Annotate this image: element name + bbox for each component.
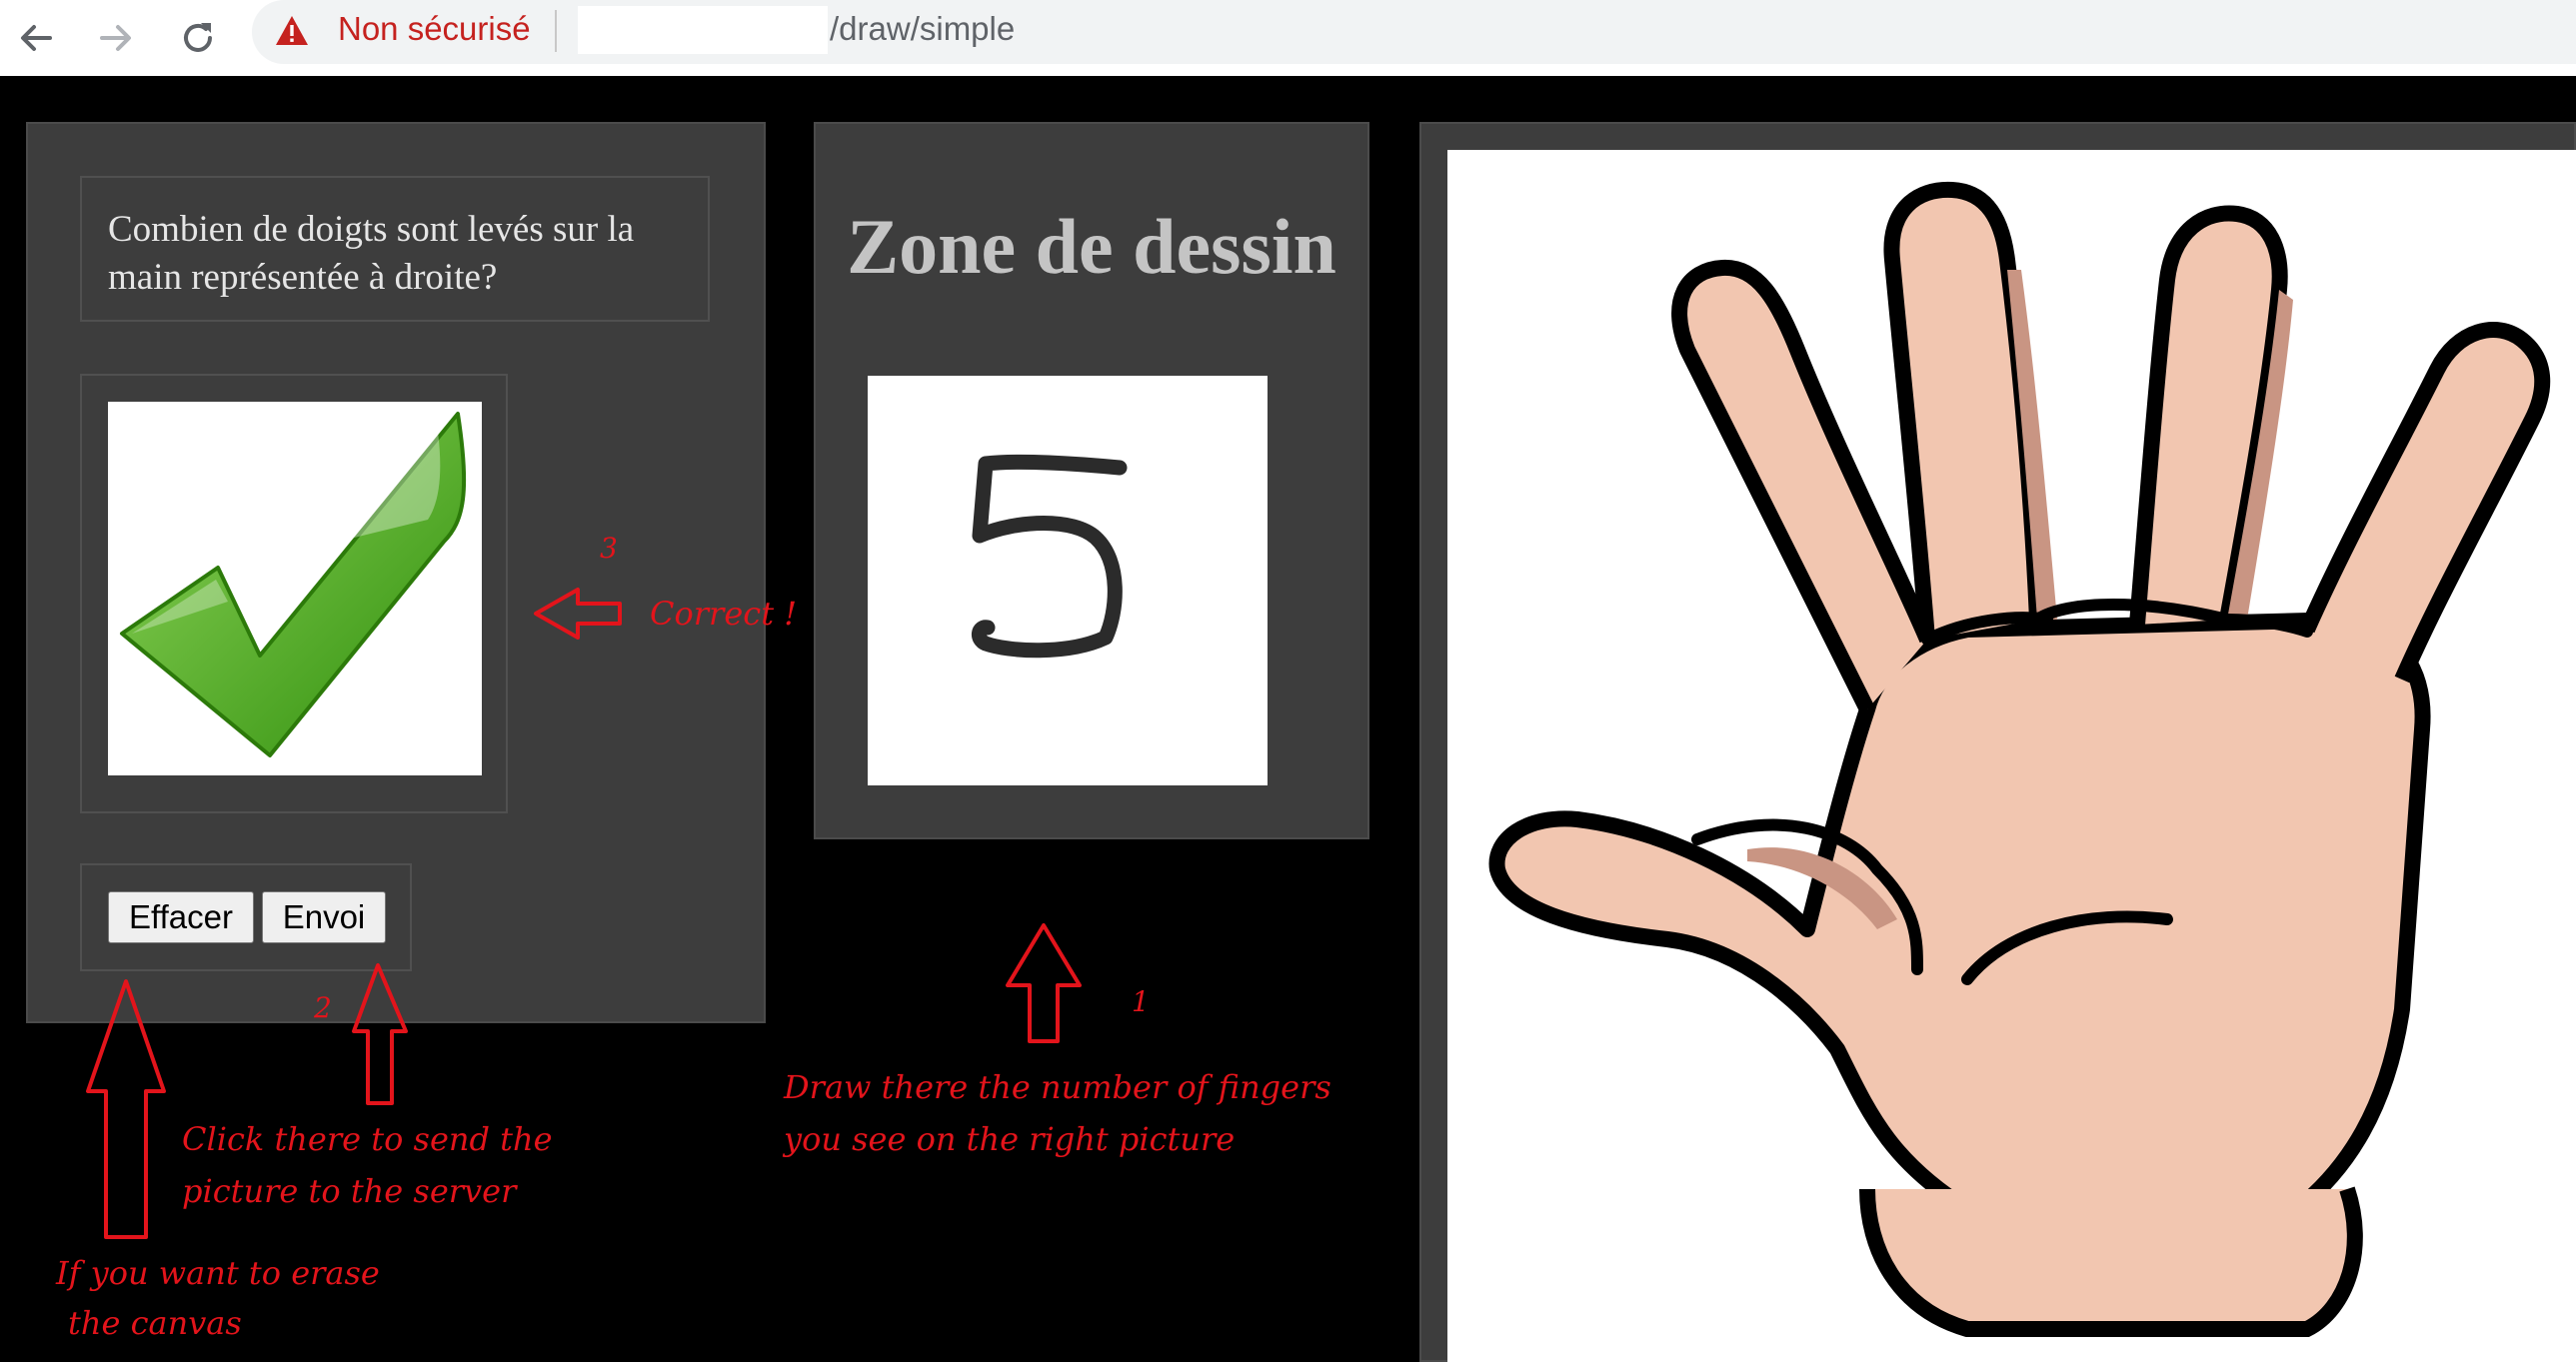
step2-label-line1: Click there to send the — [182, 1120, 553, 1158]
erase-label-line2: the canvas — [68, 1304, 242, 1342]
step1-label-line1: Draw there the number of fingers — [784, 1068, 1331, 1106]
step1-number: 1 — [1132, 985, 1150, 1018]
step1-label-line2: you see on the right picture — [784, 1120, 1236, 1158]
arrow-to-erase — [86, 979, 166, 1239]
erase-label-line1: If you want to erase — [56, 1254, 380, 1292]
step2-label-line2: picture to the server — [182, 1172, 517, 1210]
arrow-to-send — [352, 963, 408, 1105]
arrow-to-canvas — [1006, 923, 1082, 1043]
step3-label: Correct ! — [650, 595, 798, 633]
arrow-to-result — [534, 588, 622, 640]
step3-number: 3 — [600, 532, 618, 565]
step2-number: 2 — [314, 991, 332, 1024]
